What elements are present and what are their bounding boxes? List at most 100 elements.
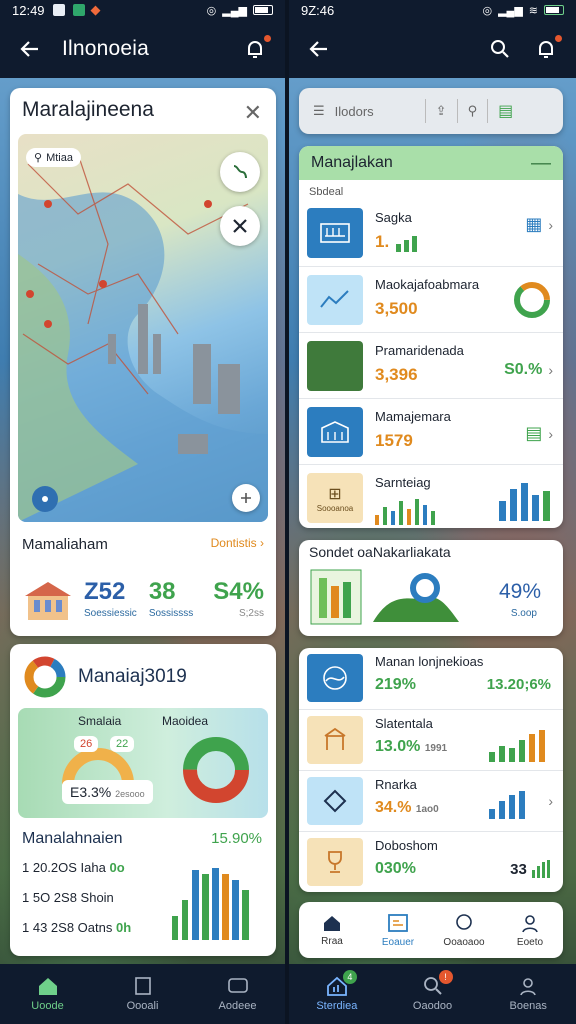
map-card: Maralajineena ✕ ⚲ Mtiaa Mamaliaham Donti… — [10, 88, 276, 636]
panel-pill-1: 26 — [74, 736, 99, 752]
chevron-right-icon: › — [548, 216, 553, 233]
donut-chart-icon — [24, 656, 66, 698]
status-bar: 12:49 ◆ ◎ ▂▄▆ — [0, 0, 285, 20]
report-icon — [388, 913, 408, 932]
route-icon[interactable] — [220, 152, 260, 192]
back-arrow-icon[interactable] — [305, 35, 333, 63]
row-title: Pramaridenada — [375, 343, 464, 358]
home-icon — [38, 978, 57, 995]
list-item[interactable]: Rnarka 34.% 1ao0 › — [299, 770, 563, 831]
wifi-icon: ≋ — [528, 4, 538, 17]
nav-messages[interactable]: Aodeee — [190, 964, 285, 1024]
nav-documents[interactable]: Oooali — [95, 964, 190, 1024]
list-icon[interactable]: ☰ — [313, 103, 325, 119]
donut-card-title: Manaiaj3019 — [78, 666, 187, 687]
stat-block-1: Z52 Soessiessic — [84, 578, 137, 619]
donut-section-title: Manalahnaien — [22, 830, 123, 847]
right-phone-screen: 9Z:46 ◎ ▂▄▆ ≋ ☰ Ilodors ⇪ ⚲ ▤ Manajlakan… — [289, 0, 576, 1024]
grid-view-icon[interactable]: ▤ — [498, 101, 513, 121]
search-icon[interactable] — [486, 35, 514, 63]
summary-sub: S.oop — [510, 608, 537, 619]
list-item[interactable]: Slatentala 13.0% 1991 — [299, 709, 563, 770]
row-bar-chart — [489, 730, 545, 762]
summary-card[interactable]: Sondet oaNakarliakata 49% S.oop — [299, 540, 563, 636]
expand-icon[interactable] — [232, 484, 260, 512]
row-value: 13.0% 1991 — [375, 738, 448, 755]
inner-tab-home[interactable]: Rraa — [299, 902, 365, 958]
search-icon[interactable]: ⚲ — [468, 103, 478, 119]
building-icon — [25, 582, 71, 620]
list-item[interactable]: Manan lonjnekioas 219% 13.20;6% — [299, 648, 563, 709]
inner-tab-user[interactable]: Eoeto — [497, 902, 563, 958]
list-item[interactable]: Maokajafoabmara 3,500 — [299, 266, 563, 332]
panel-label-2: Maoidea — [162, 714, 209, 728]
notification-icon[interactable] — [532, 33, 564, 63]
list-item[interactable]: Sagka 1. ▦ › — [299, 200, 563, 266]
row-value: 1579 — [375, 431, 413, 450]
category-glyph-icon: ⊞ — [328, 485, 342, 503]
inner-tab-report[interactable]: Eoauer — [365, 902, 431, 958]
nav-stats[interactable]: 4 Sterdiea — [289, 964, 385, 1024]
row-right: ▦ › — [525, 214, 553, 235]
top-app-bar — [289, 20, 576, 78]
donut-row-2: 1 5O 2S8 Shoin — [22, 890, 114, 905]
metrics-list-header[interactable]: Manajlakan — — [299, 146, 563, 180]
close-icon[interactable]: ✕ — [244, 100, 262, 126]
summary-title: Sondet oaNakarliakata — [309, 544, 451, 560]
document-icon: ▤ — [525, 423, 543, 443]
donut-rows: 1 20.2OS Iaha 0o 1 5O 2S8 Shoin 1 43 2S8… — [22, 860, 131, 950]
row-value: 34.% 1ao0 — [375, 799, 439, 816]
donut-card: Manaiaj3019 Smalaia Maoidea 26 22 E3.3% … — [10, 644, 276, 956]
notification-icon[interactable] — [241, 33, 273, 63]
stat-sub-1: Soessiessic — [84, 608, 137, 619]
bottom-navigation: Uoode Oooali Aodeee — [0, 964, 285, 1024]
status-time: 9Z:46 — [301, 2, 335, 18]
map-graphic — [18, 153, 268, 522]
donut-section-pct: 15.90% — [211, 830, 262, 847]
list-item[interactable]: ⊞ Soooanoa Sarnteiag — [299, 464, 563, 528]
row-title: Mamajemara — [375, 409, 451, 424]
notification-badge — [553, 33, 564, 44]
list-item[interactable]: Mamajemara 1579 ▤ › — [299, 398, 563, 464]
row-right-value: 13.20;6% — [486, 676, 551, 693]
signal-icon: ▂▄▆ — [222, 4, 247, 17]
map-layer-chip[interactable]: ⚲ Mtiaa — [26, 148, 81, 167]
ring-chart — [183, 737, 249, 803]
person-icon — [520, 978, 536, 996]
details-link[interactable]: Dontistis › — [211, 536, 264, 550]
chat-icon — [456, 913, 472, 930]
collapse-icon[interactable]: — — [531, 152, 551, 175]
row-value: 1. — [375, 232, 424, 252]
nav-home[interactable]: Uoode — [0, 964, 95, 1024]
nav-search[interactable]: ! Oaodoo — [385, 964, 481, 1024]
summary-pct: 49% — [498, 580, 541, 603]
row-value: 030% — [375, 860, 416, 877]
map-card-title: Maralajineena — [22, 98, 154, 121]
gallery-icon — [52, 4, 65, 16]
progress-ring-icon — [514, 282, 550, 318]
bottom-navigation: 4 Sterdiea ! Oaodoo Boenas — [289, 964, 576, 1024]
nav-profile[interactable]: Boenas — [480, 964, 576, 1024]
tools-icon[interactable] — [220, 206, 260, 246]
stat-value-1: Z52 — [84, 578, 126, 605]
donut-row-1: 1 20.2OS Iaha 0o — [22, 860, 125, 875]
map-view[interactable]: ⚲ Mtiaa — [18, 134, 268, 522]
toolbar-search-input[interactable]: Ilodors — [335, 104, 415, 119]
forest-image — [307, 341, 363, 391]
list-item[interactable]: Pramaridenada 3,396 S0.% › — [299, 332, 563, 398]
row-right — [511, 279, 553, 321]
upload-icon[interactable]: ⇪ — [436, 103, 447, 119]
row-bar-chart — [499, 483, 550, 521]
alarm-icon: ◎ — [206, 4, 217, 17]
filter-toolbar: ☰ Ilodors ⇪ ⚲ ▤ — [299, 88, 563, 134]
back-arrow-icon[interactable] — [16, 35, 44, 63]
list-item[interactable]: Doboshom 030% 33 — [299, 831, 563, 892]
signal-icon: ▂▄▆ — [498, 4, 523, 17]
location-icon[interactable] — [32, 486, 58, 512]
status-time: 12:49 — [12, 2, 45, 18]
panel-label-1: Smalaia — [78, 714, 122, 728]
map-stats-row: Z52 Soessiessic 38 Sossissss S4% S;2ss — [22, 578, 264, 624]
building-icon — [307, 407, 363, 457]
inner-tab-chat[interactable]: Ooaoaoo — [431, 902, 497, 958]
row-value: 3,500 — [375, 299, 418, 318]
